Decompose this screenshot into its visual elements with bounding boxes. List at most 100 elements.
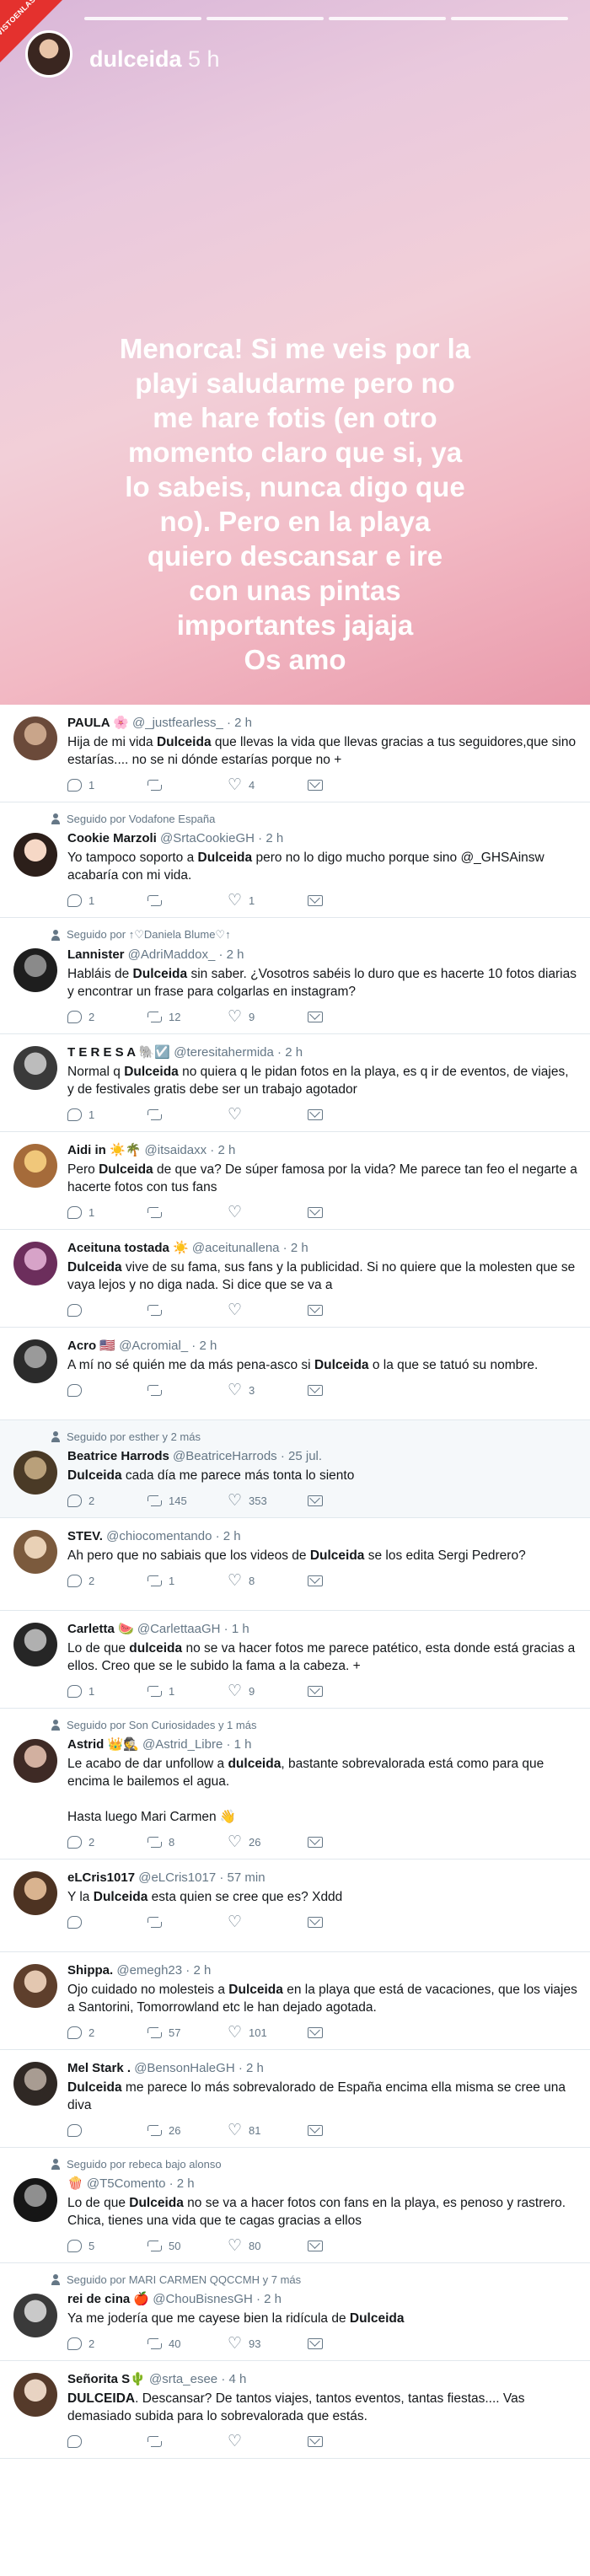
reply-button[interactable]: 2 [67,1836,148,1849]
avatar[interactable] [13,1339,57,1383]
reply-button[interactable] [67,2124,148,2137]
retweet-button[interactable]: 1 [148,1685,228,1698]
tweet[interactable]: Seguido por esther y 2 más Beatrice Harro… [0,1420,590,1518]
user-handle[interactable]: @teresitahermida [170,1045,274,1060]
display-name[interactable]: Lannister [67,947,125,962]
tweet[interactable]: Seguido por ↑♡Daniela Blume♡↑ Lannister @… [0,918,590,1034]
timestamp[interactable]: 2 h [177,2176,195,2191]
avatar[interactable] [13,2178,57,2222]
like-button[interactable]: 80 [228,2236,308,2255]
retweet-button[interactable] [148,1384,228,1397]
timestamp[interactable]: 2 h [199,1339,217,1353]
timestamp[interactable]: 2 h [266,831,283,845]
avatar[interactable] [13,948,57,992]
reply-button[interactable] [67,1384,148,1397]
tweet[interactable]: Seguido por Son Curiosidades y 1 más Astr… [0,1709,590,1860]
user-handle[interactable]: @srta_esee [146,2372,217,2386]
reply-button[interactable]: 2 [67,1011,148,1023]
retweet-button[interactable] [148,1916,228,1929]
tweet[interactable]: Acro 🇺🇸 @Acromial_ · 2 h A mí no sé quién… [0,1328,590,1420]
reply-button[interactable]: 2 [67,2337,148,2350]
message-button[interactable] [308,2124,388,2137]
message-button[interactable] [308,2026,388,2039]
reply-button[interactable]: 2 [67,1575,148,1587]
message-button[interactable] [308,2240,388,2252]
tweet[interactable]: Seguido por MARI CARMEN QQCCMH y 7 más re… [0,2263,590,2361]
retweet-button[interactable]: 26 [148,2124,228,2137]
retweet-button[interactable]: 50 [148,2240,228,2252]
user-handle[interactable]: @BensonHaleGH [131,2061,234,2075]
user-handle[interactable]: @_justfearless_ [129,716,223,730]
avatar[interactable] [13,1530,57,1574]
retweet-button[interactable] [148,1304,228,1317]
display-name[interactable]: 🍿 [67,2176,83,2191]
user-handle[interactable]: @CarlettaaGH [134,1622,221,1636]
reply-button[interactable] [67,1304,148,1317]
like-button[interactable]: 9 [228,1007,308,1026]
retweet-button[interactable]: 8 [148,1836,228,1849]
display-name[interactable]: Acro 🇺🇸 [67,1339,115,1353]
avatar[interactable] [13,1242,57,1285]
timestamp[interactable]: 2 h [264,2292,282,2306]
timestamp[interactable]: 1 h [234,1737,252,1752]
like-button[interactable]: 4 [228,775,308,794]
display-name[interactable]: Cookie Marzoli [67,831,157,845]
message-button[interactable] [308,1384,388,1397]
user-handle[interactable]: @itsaidaxx [141,1143,207,1157]
user-handle[interactable]: @Astrid_Libre [139,1737,223,1752]
like-button[interactable]: 26 [228,1833,308,1851]
display-name[interactable]: Carletta 🍉 [67,1622,134,1636]
user-handle[interactable]: @Acromial_ [115,1339,188,1353]
timestamp[interactable]: 2 h [227,947,244,962]
avatar[interactable] [13,1623,57,1666]
tweet[interactable]: Seguido por rebeca bajo alonso 🍿 @T5Comen… [0,2148,590,2263]
like-button[interactable]: 353 [228,1491,308,1510]
user-handle[interactable]: @chiocomentando [103,1529,212,1543]
display-name[interactable]: Señorita S🌵 [67,2372,146,2386]
avatar[interactable] [13,1871,57,1915]
message-button[interactable] [308,2435,388,2448]
display-name[interactable]: Beatrice Harrods [67,1449,169,1463]
retweet-button[interactable]: 40 [148,2337,228,2350]
message-button[interactable] [308,779,388,792]
like-button[interactable]: 93 [228,2334,308,2353]
retweet-button[interactable] [148,1108,228,1121]
timestamp[interactable]: 57 min [228,1870,266,1885]
reply-button[interactable]: 1 [67,779,148,792]
retweet-button[interactable]: 145 [148,1495,228,1507]
timestamp[interactable]: 2 h [234,716,252,730]
message-button[interactable] [308,1836,388,1849]
like-button[interactable]: 101 [228,2023,308,2042]
avatar[interactable] [13,716,57,760]
reply-button[interactable]: 2 [67,2026,148,2039]
like-button[interactable] [228,1913,308,1931]
timestamp[interactable]: 2 h [223,1529,241,1543]
reply-button[interactable]: 2 [67,1495,148,1507]
message-button[interactable] [308,2337,388,2350]
user-handle[interactable]: @emegh23 [113,1963,182,1978]
reply-button[interactable]: 1 [67,1685,148,1698]
user-handle[interactable]: @T5Comento [83,2176,166,2191]
display-name[interactable]: Astrid 👑🕵 [67,1737,139,1752]
user-handle[interactable]: @ChouBisnesGH [149,2292,253,2306]
display-name[interactable]: T E R E S A 🐘☑️ [67,1045,170,1060]
message-button[interactable] [308,1304,388,1317]
message-button[interactable] [308,1011,388,1023]
timestamp[interactable]: 2 h [285,1045,303,1060]
avatar[interactable] [13,1451,57,1495]
reply-button[interactable] [67,2435,148,2448]
retweet-button[interactable] [148,2435,228,2448]
retweet-button[interactable]: 12 [148,1011,228,1023]
story-avatar[interactable] [25,30,72,78]
timestamp[interactable]: 25 jul. [288,1449,322,1463]
avatar[interactable] [13,1144,57,1188]
message-button[interactable] [308,894,388,907]
display-name[interactable]: Aidi in ☀️🌴 [67,1143,141,1157]
tweet[interactable]: Carletta 🍉 @CarlettaaGH · 1 h Lo de que d… [0,1611,590,1709]
retweet-button[interactable] [148,1206,228,1219]
retweet-button[interactable]: 1 [148,1575,228,1587]
reply-button[interactable]: 1 [67,1206,148,1219]
display-name[interactable]: STEV. [67,1529,103,1543]
display-name[interactable]: Aceituna tostada ☀️ [67,1241,189,1255]
tweet[interactable]: Aidi in ☀️🌴 @itsaidaxx · 2 h Pero Dulceid… [0,1132,590,1230]
